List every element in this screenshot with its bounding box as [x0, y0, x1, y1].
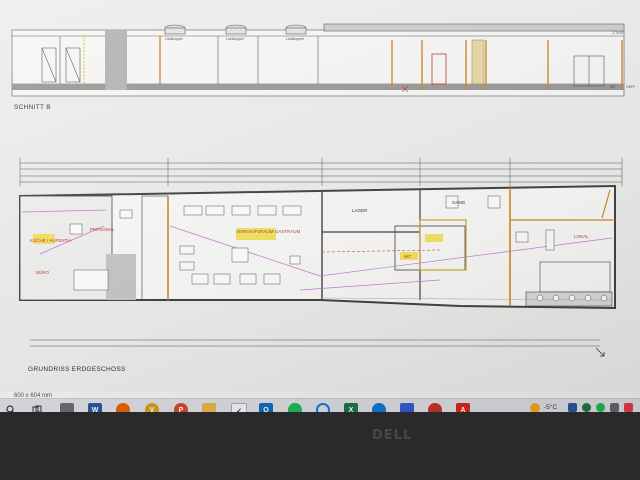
excel-icon[interactable]: X: [344, 403, 358, 412]
section-annotation: Lichtkuppel: [286, 37, 304, 41]
scale-note: 1:100: [612, 30, 624, 35]
tray-app-icon[interactable]: [582, 403, 591, 412]
antivirus-icon[interactable]: [428, 403, 442, 412]
room-label: WC: [404, 254, 412, 259]
tray-app-icon[interactable]: [610, 403, 619, 412]
room-label: GANG: [452, 200, 466, 205]
task-view-icon[interactable]: [30, 403, 44, 412]
weather-icon[interactable]: [530, 403, 540, 412]
cad-drawing[interactable]: Lichtkuppel Lichtkuppel Lichtkuppel EG O…: [0, 0, 640, 400]
onedrive-icon[interactable]: [400, 403, 414, 412]
room-label: LAGER: [352, 208, 368, 213]
temperature[interactable]: -5°C: [544, 404, 557, 411]
tray-app-icon[interactable]: [568, 403, 577, 412]
store-icon[interactable]: [60, 403, 74, 412]
section-annotation: Lichtkuppel: [226, 37, 244, 41]
vectorworks-icon[interactable]: V: [145, 403, 159, 412]
outlook-icon[interactable]: O: [259, 403, 273, 412]
file-explorer-icon[interactable]: [202, 403, 216, 412]
section-title: SCHNITT B: [14, 104, 51, 111]
section-annotation: OKFF: [626, 85, 635, 89]
taskbar: W V P ✓ O X A -5°C: [0, 398, 640, 412]
north-arrow: [595, 347, 605, 357]
acrobat-icon[interactable]: A: [456, 403, 470, 412]
room-label: LOKAL: [574, 234, 589, 239]
search-icon[interactable]: [4, 403, 18, 412]
powerpoint-icon[interactable]: P: [174, 403, 188, 412]
room-label: KÜCHE / AUFENTH.: [30, 237, 72, 243]
section-drawing: [11, 23, 625, 97]
room-label: BÜRO: [36, 269, 50, 275]
tray-app-icon[interactable]: [596, 403, 605, 412]
room-label: VERKAUFSRAUM GASTRAUM: [236, 229, 301, 234]
firefox-icon[interactable]: [116, 403, 130, 412]
floor-plan: [19, 184, 616, 310]
edge-icon[interactable]: [372, 403, 386, 412]
tray-app-icon[interactable]: [624, 403, 633, 412]
section-annotation: EG: [610, 85, 615, 89]
word-icon[interactable]: W: [88, 403, 102, 412]
section-annotation: Lichtkuppel: [165, 37, 183, 41]
spotify-icon[interactable]: [288, 403, 302, 412]
screen: Lichtkuppel Lichtkuppel Lichtkuppel EG O…: [0, 0, 640, 412]
room-label: PERSONAL: [90, 227, 115, 232]
dell-logo: DELL: [372, 428, 413, 443]
cortana-icon[interactable]: [316, 403, 330, 412]
floor-plan-title: GRUNDRISS ERDGESCHOSS: [28, 366, 126, 373]
checklist-icon[interactable]: ✓: [231, 403, 247, 412]
